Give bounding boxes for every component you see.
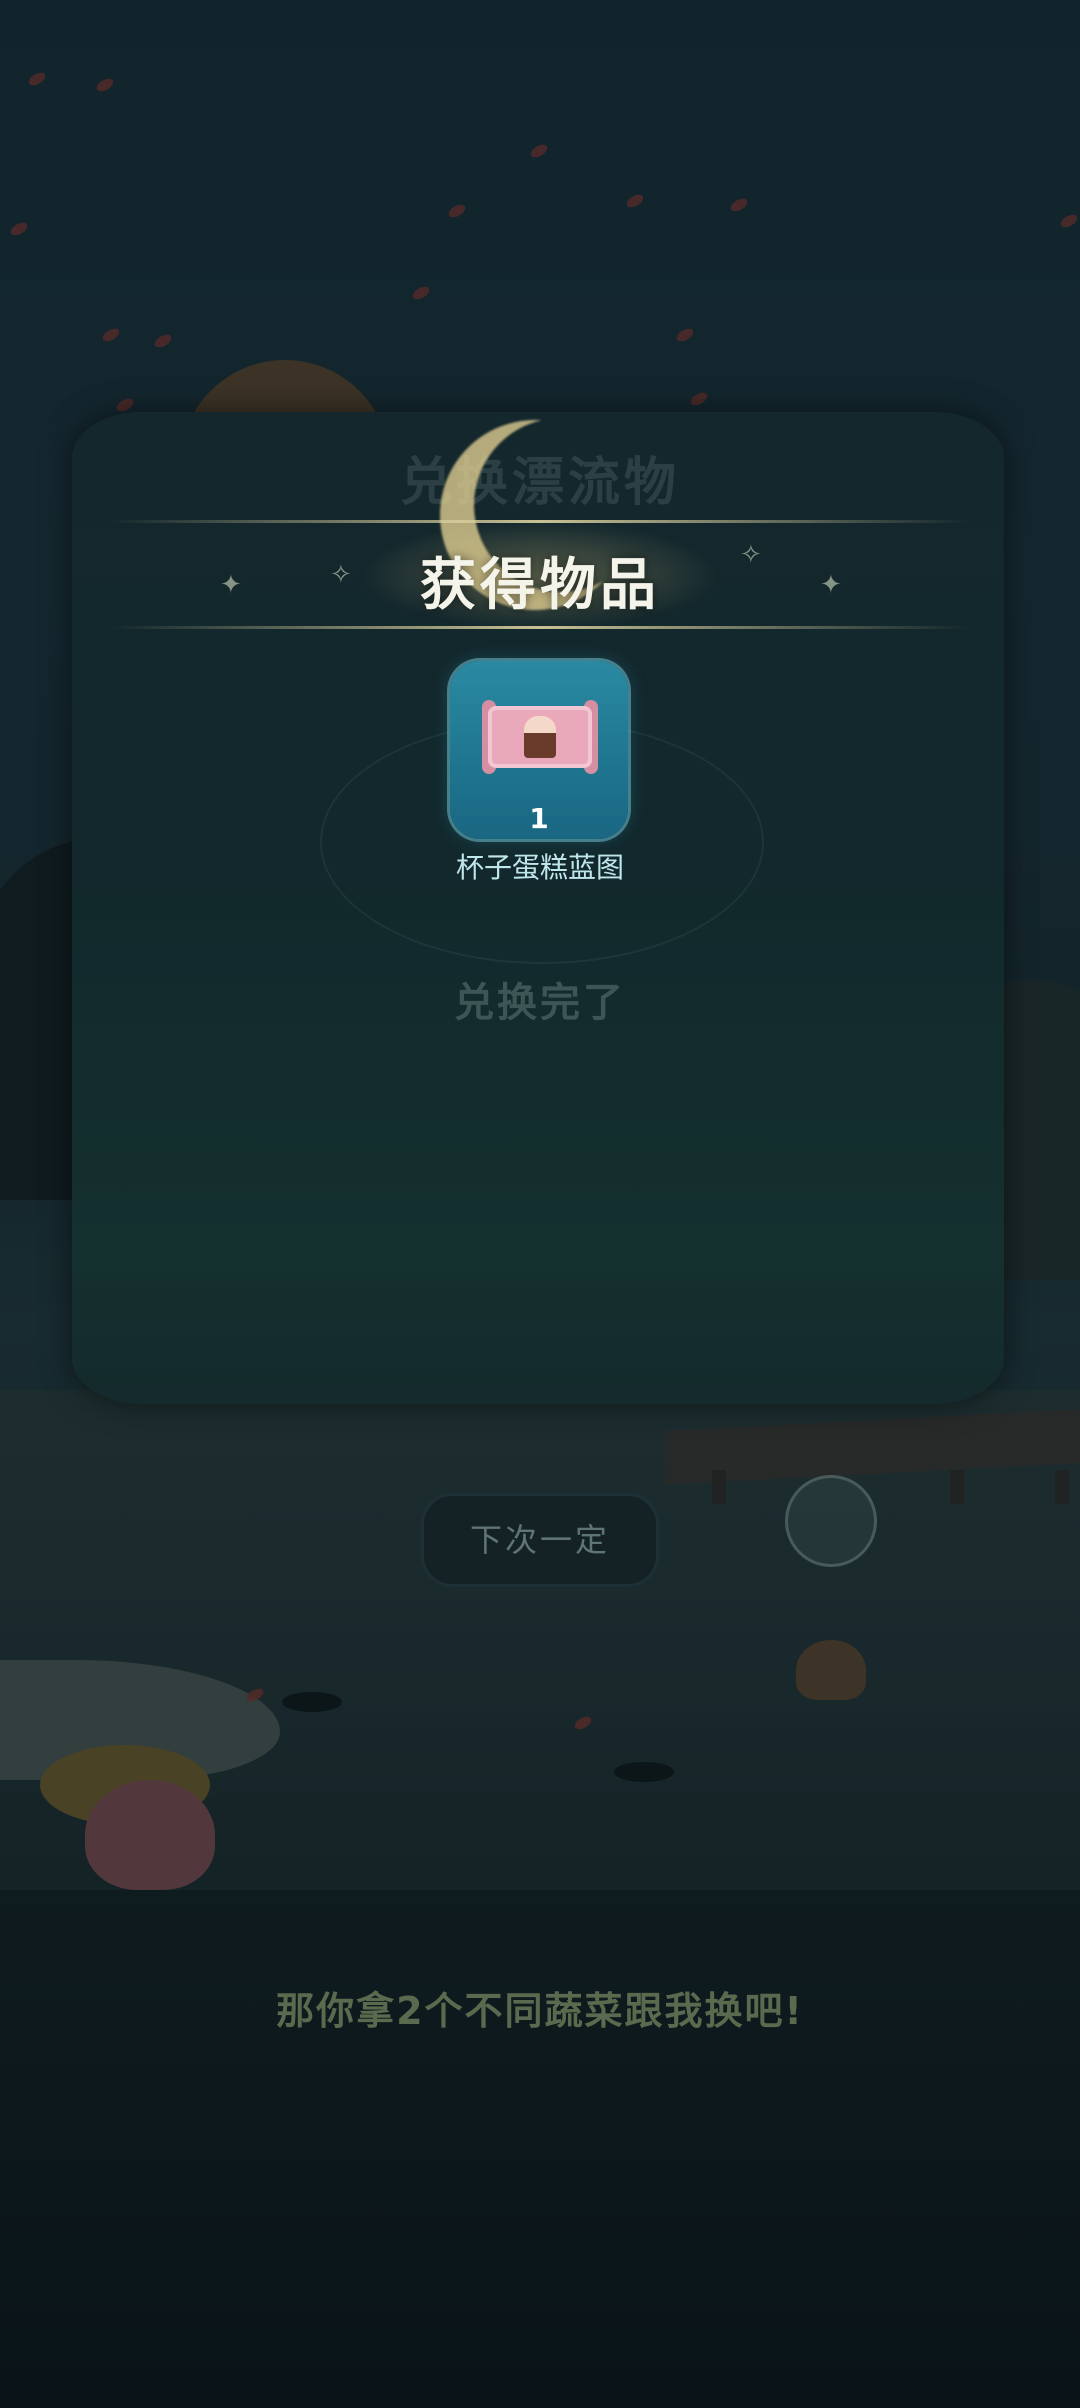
reward-item-count: 1 <box>529 802 549 835</box>
dialog-text: 那你拿2个不同蔬菜跟我换吧! <box>276 1989 804 2033</box>
cupcake-icon <box>524 716 556 758</box>
reward-item-name: 杯子蛋糕蓝图 <box>455 851 624 884</box>
dialog-box[interactable] <box>0 1890 1080 2408</box>
banner-divider-top <box>110 520 970 523</box>
reward-title: 获得物品 <box>420 553 660 618</box>
banner-divider-bottom <box>110 626 970 629</box>
next-time-button[interactable]: 下次一定 <box>424 1496 656 1584</box>
exchange-status: 兑换完了 <box>454 980 626 1026</box>
